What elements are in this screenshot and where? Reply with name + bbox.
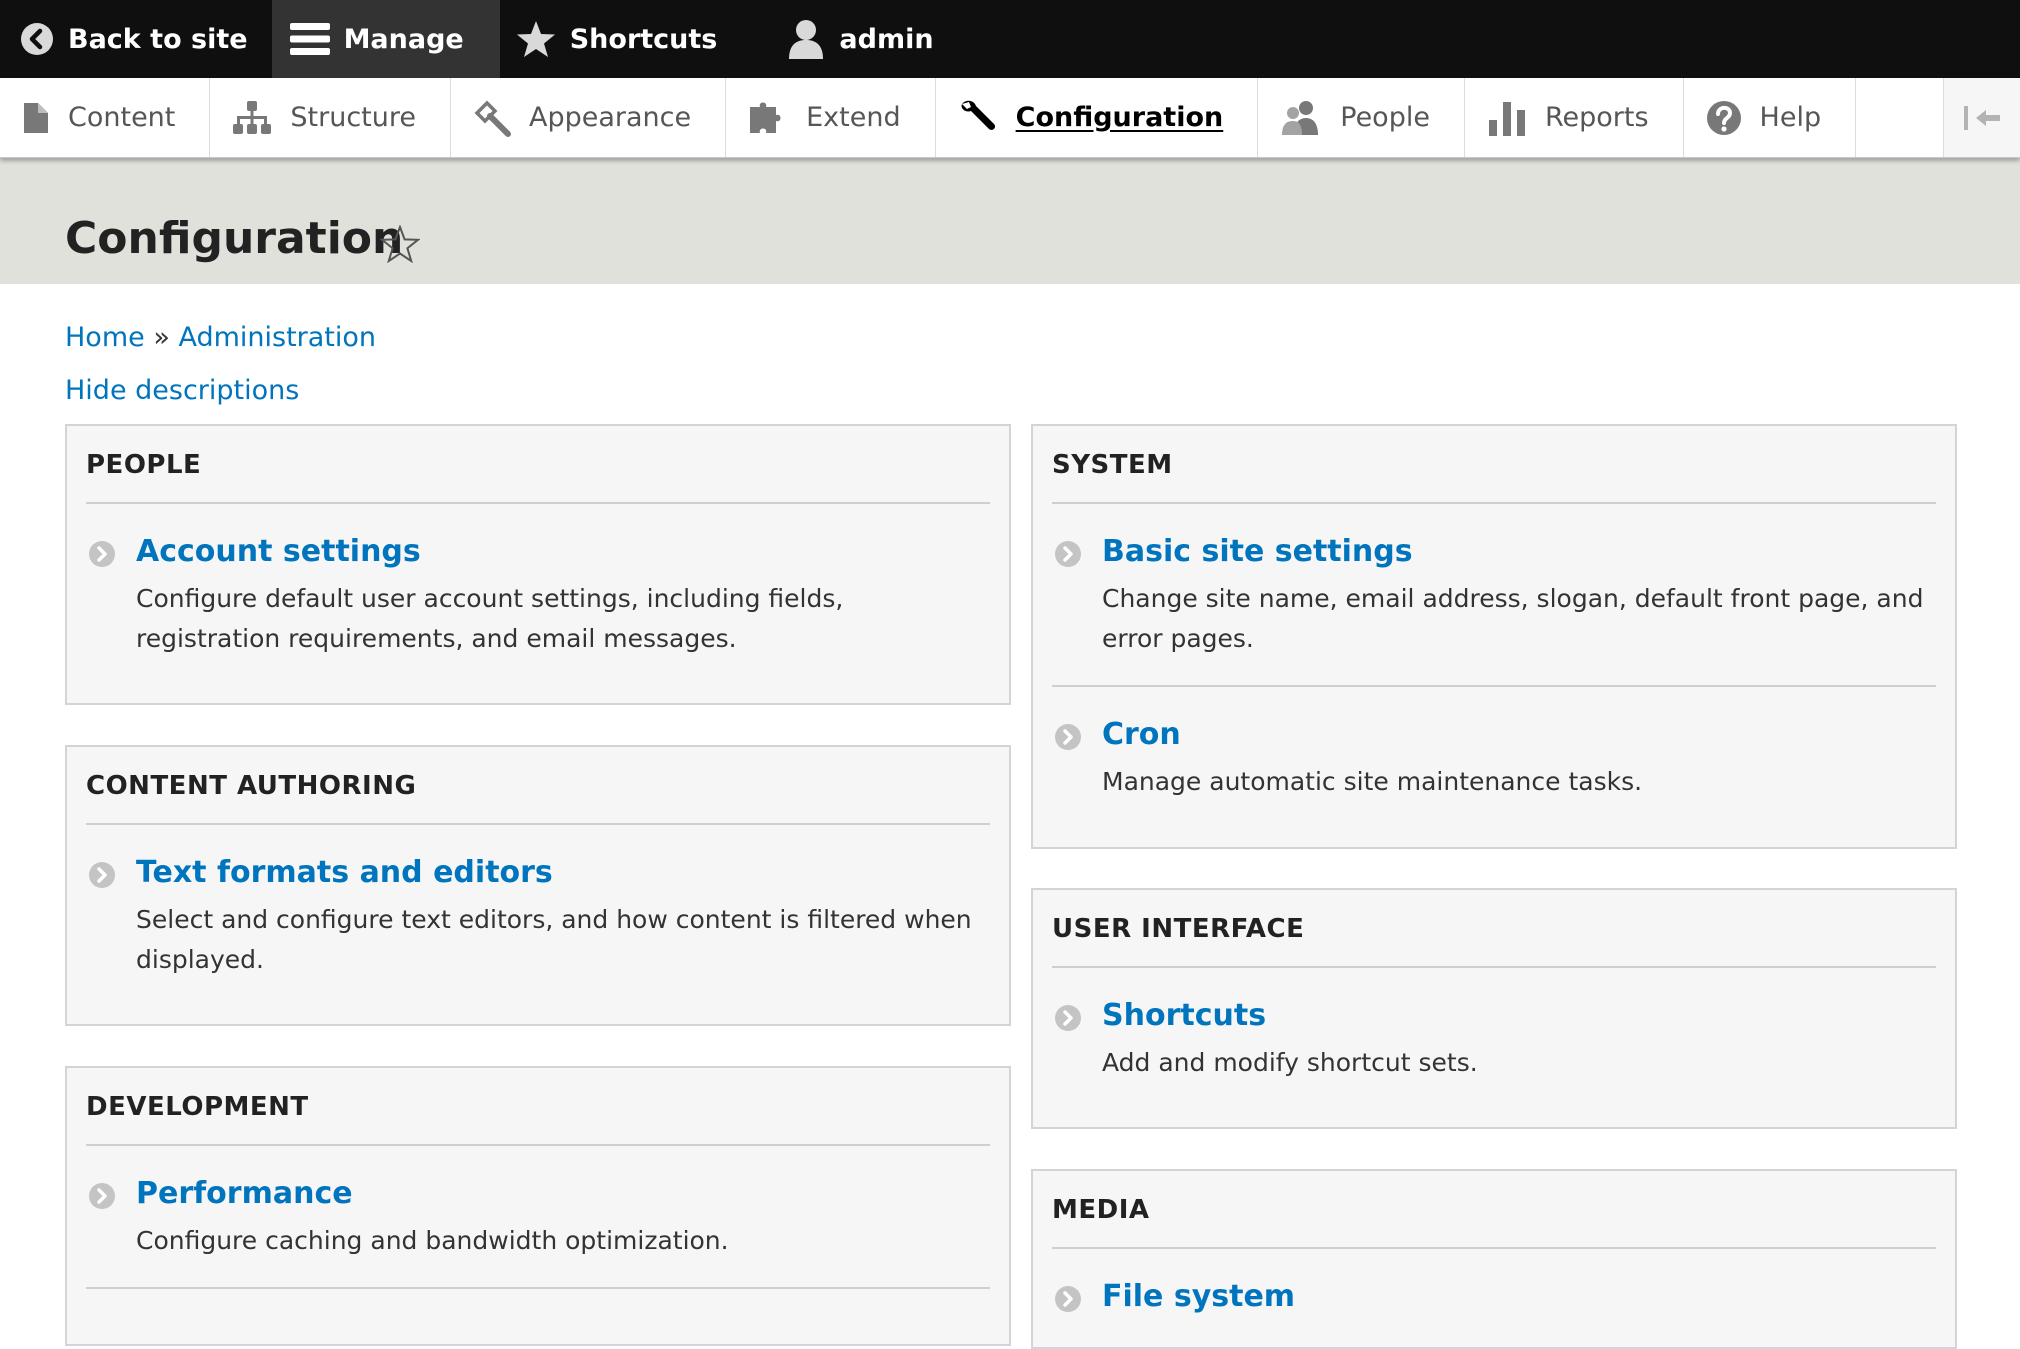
user-menu[interactable]: admin [767, 0, 957, 78]
panel-system: SYSTEM Basic site settings Change site n… [1031, 424, 1957, 849]
panel-people: PEOPLE Account settings Configure defaul… [65, 424, 1011, 705]
tray-label-reports: Reports [1544, 102, 1649, 133]
admin-toolbar: Back to site Manage Shortcuts admin [0, 0, 2020, 78]
panel-title: PEOPLE [86, 426, 990, 504]
help-icon [1706, 100, 1741, 135]
breadcrumb-administration-link[interactable]: Administration [178, 322, 376, 353]
admin-tray: Content Structure Appearance Extend Conf… [0, 78, 2020, 158]
chevron-right-circle-icon [1055, 1286, 1081, 1312]
star-icon [516, 21, 555, 57]
tray-item-content[interactable]: Content [0, 78, 211, 157]
list-item: File system [1052, 1249, 1936, 1342]
tray-item-help[interactable]: Help [1684, 78, 1857, 157]
chevron-right-circle-icon [89, 541, 115, 567]
chevron-right-circle-icon [1055, 541, 1081, 567]
list-item: Performance Configure caching and bandwi… [86, 1146, 990, 1287]
back-to-site-label: Back to site [68, 23, 248, 55]
chevron-right-circle-icon [89, 862, 115, 888]
shortcuts-link[interactable]: Shortcuts [1102, 996, 1936, 1035]
add-shortcut-star-icon[interactable] [380, 225, 420, 263]
tray-label-structure: Structure [290, 102, 416, 133]
tray-label-content: Content [68, 102, 176, 133]
tray-item-people[interactable]: People [1258, 78, 1465, 157]
entry-description: Manage automatic site maintenance tasks. [1102, 767, 1643, 796]
shortcuts-label: Shortcuts [569, 23, 718, 55]
entry-description: Configure default user account settings,… [136, 584, 844, 653]
hide-descriptions-link[interactable]: Hide descriptions [65, 375, 299, 406]
page-icon [24, 102, 48, 133]
list-item: Text formats and editors Select and conf… [86, 825, 990, 1006]
tray-item-extend[interactable]: Extend [726, 78, 936, 157]
panel-title: MEDIA [1052, 1171, 1936, 1249]
panel-title: CONTENT AUTHORING [86, 747, 990, 825]
panel-title: SYSTEM [1052, 426, 1936, 504]
entry-description: Change site name, email address, slogan,… [1102, 584, 1924, 653]
breadcrumb-separator: » [153, 322, 170, 353]
breadcrumb: Home » Administration [65, 322, 376, 353]
panel-content-authoring: CONTENT AUTHORING Text formats and edito… [65, 745, 1011, 1026]
page-title: Configuration [65, 213, 404, 264]
breadcrumb-home-link[interactable]: Home [65, 322, 145, 353]
hamburger-icon [289, 23, 330, 55]
paintbrush-icon [474, 100, 511, 137]
chevron-right-circle-icon [1055, 724, 1081, 750]
list-item: Cron Manage automatic site maintenance t… [1052, 685, 1936, 828]
chevron-left-circle-icon [21, 23, 53, 55]
tray-label-people: People [1340, 102, 1430, 133]
shortcuts-tab[interactable]: Shortcuts [500, 0, 768, 78]
list-item: Basic site settings Change site name, em… [1052, 504, 1936, 685]
tray-item-configuration[interactable]: Configuration [936, 78, 1259, 157]
list-item: Shortcuts Add and modify shortcut sets. [1052, 968, 1936, 1109]
basic-site-settings-link[interactable]: Basic site settings [1102, 532, 1936, 571]
collapse-left-icon [1964, 105, 2000, 130]
tray-item-reports[interactable]: Reports [1465, 78, 1684, 157]
list-item: Account settings Configure default user … [86, 504, 990, 685]
user-name: admin [839, 23, 934, 55]
manage-tab[interactable]: Manage [271, 0, 500, 78]
tray-item-structure[interactable]: Structure [210, 78, 451, 157]
back-to-site-link[interactable]: Back to site [0, 0, 272, 78]
panel-media: MEDIA File system [1031, 1169, 1957, 1349]
tray-label-extend: Extend [806, 102, 901, 133]
account-settings-link[interactable]: Account settings [136, 532, 990, 571]
performance-link[interactable]: Performance [136, 1174, 990, 1213]
page-header: Configuration [0, 157, 2020, 284]
list-item [86, 1287, 990, 1329]
people-icon [1282, 100, 1319, 135]
tray-label-appearance: Appearance [529, 102, 692, 133]
panel-title: DEVELOPMENT [86, 1068, 990, 1146]
manage-label: Manage [343, 23, 464, 55]
text-formats-link[interactable]: Text formats and editors [136, 853, 990, 892]
panel-user-interface: USER INTERFACE Shortcuts Add and modify … [1031, 888, 1957, 1129]
tray-orientation-toggle[interactable] [1943, 78, 2020, 157]
structure-icon [233, 100, 272, 134]
entry-description: Select and configure text editors, and h… [136, 905, 972, 974]
cron-link[interactable]: Cron [1102, 715, 1936, 754]
file-system-link[interactable]: File system [1102, 1277, 1936, 1316]
entry-description: Configure caching and bandwidth optimiza… [136, 1226, 729, 1255]
entry-description: Add and modify shortcut sets. [1102, 1048, 1478, 1077]
panel-title: USER INTERFACE [1052, 890, 1936, 968]
wrench-icon [961, 100, 995, 130]
panel-development: DEVELOPMENT Performance Configure cachin… [65, 1066, 1011, 1346]
tray-label-configuration: Configuration [1015, 102, 1224, 133]
puzzle-icon [750, 102, 781, 133]
chevron-right-circle-icon [89, 1183, 115, 1209]
chevron-right-circle-icon [1055, 1005, 1081, 1031]
tray-label-help: Help [1759, 102, 1822, 133]
bar-chart-icon [1488, 101, 1525, 136]
tray-item-appearance[interactable]: Appearance [451, 78, 727, 157]
user-icon [789, 20, 824, 59]
